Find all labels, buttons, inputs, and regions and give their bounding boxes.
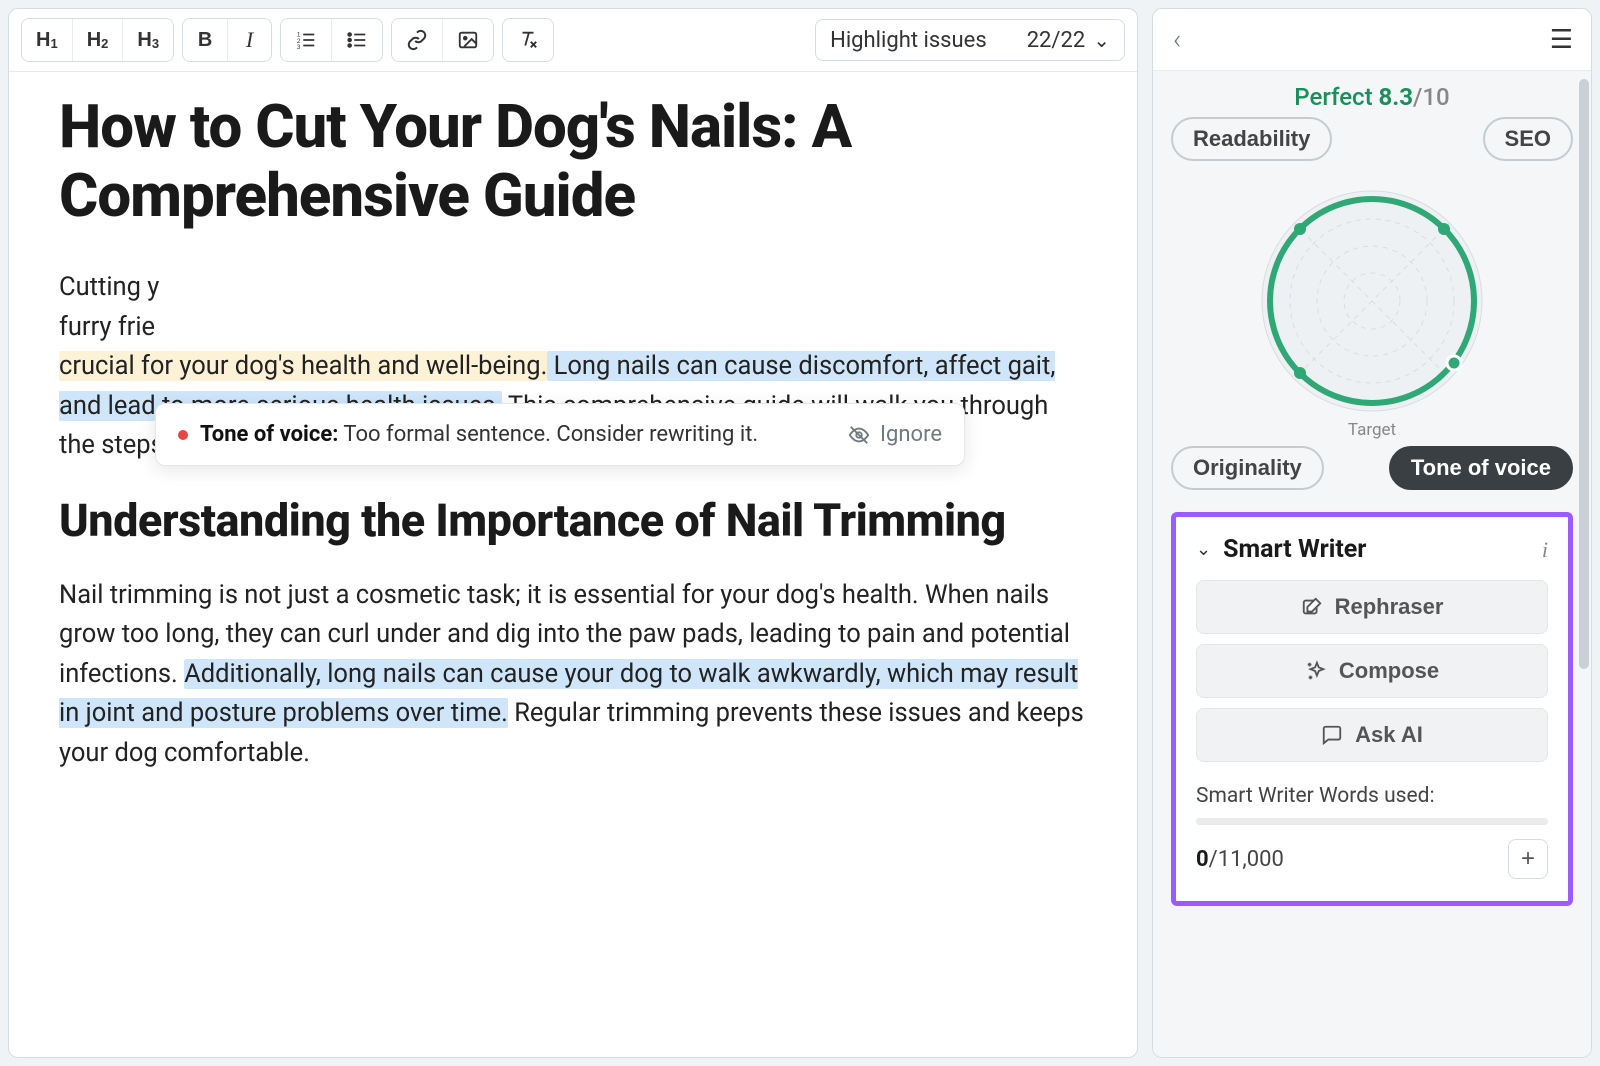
link-icon: [406, 29, 428, 51]
ordered-list-button[interactable]: 123: [281, 19, 331, 61]
radar-svg: [1232, 171, 1512, 431]
usage-count: 0/11,000: [1196, 847, 1284, 872]
link-button[interactable]: [392, 19, 442, 61]
editor-pane: H1 H2 H3 B I 123: [8, 8, 1138, 1058]
chevron-down-icon: ⌄: [1093, 28, 1110, 52]
usage-progress-bar: [1196, 818, 1548, 825]
smart-writer-header[interactable]: ⌄ Smart Writer i: [1196, 535, 1548, 564]
compose-button[interactable]: Compose: [1196, 644, 1548, 698]
toolbar: H1 H2 H3 B I 123: [9, 9, 1137, 72]
ordered-list-icon: 123: [295, 29, 317, 51]
ask-ai-button[interactable]: Ask AI: [1196, 708, 1548, 762]
sparkle-icon: [1305, 660, 1327, 682]
bold-button[interactable]: B: [183, 19, 227, 61]
radar-chart: [1171, 171, 1573, 431]
info-icon[interactable]: i: [1542, 537, 1548, 563]
svg-text:3: 3: [297, 44, 301, 51]
highlight-yellow: crucial for your dog's health and well-b…: [59, 351, 547, 381]
unordered-list-icon: [346, 29, 368, 51]
smart-writer-title: Smart Writer: [1223, 535, 1366, 564]
h1-button[interactable]: H1: [22, 19, 72, 61]
paragraph-2: Nail trimming is not just a cosmetic tas…: [59, 576, 1087, 774]
article-h2: Understanding the Importance of Nail Tri…: [59, 494, 1087, 548]
issue-message: Tone of voice: Too formal sentence. Cons…: [200, 422, 758, 447]
clear-formatting-button[interactable]: [503, 19, 553, 61]
add-words-button[interactable]: +: [1508, 839, 1548, 879]
back-button[interactable]: ‹: [1173, 23, 1181, 56]
scrollbar[interactable]: [1579, 79, 1589, 669]
sidebar-body: Perfect 8.3/10 Readability SEO Target: [1153, 71, 1591, 1057]
menu-button[interactable]: ☰: [1550, 25, 1571, 55]
eye-off-icon: [848, 424, 870, 446]
issue-tooltip: Tone of voice: Too formal sentence. Cons…: [155, 403, 965, 466]
rephraser-button[interactable]: Rephraser: [1196, 580, 1548, 634]
highlight-label: Highlight issues: [830, 28, 987, 53]
chat-icon: [1321, 724, 1343, 746]
smart-writer-panel: ⌄ Smart Writer i Rephraser Compose Ask A…: [1171, 512, 1573, 906]
sidebar: ‹ ☰ Perfect 8.3/10 Readability SEO: [1152, 8, 1592, 1058]
article-title: How to Cut Your Dog's Nails: A Comprehen…: [59, 92, 1087, 230]
highlight-count: 22/22 ⌄: [1027, 28, 1110, 53]
image-icon: [457, 29, 479, 51]
highlight-issues-selector[interactable]: Highlight issues 22/22 ⌄: [815, 19, 1125, 61]
italic-button[interactable]: I: [227, 19, 271, 61]
sidebar-header: ‹ ☰: [1153, 9, 1591, 71]
unordered-list-button[interactable]: [331, 19, 382, 61]
image-button[interactable]: [442, 19, 493, 61]
tone-of-voice-pill[interactable]: Tone of voice: [1389, 446, 1573, 490]
h3-button[interactable]: H3: [122, 19, 173, 61]
edit-icon: [1301, 596, 1323, 618]
h2-button[interactable]: H2: [72, 19, 123, 61]
chevron-down-icon: ⌄: [1196, 539, 1211, 560]
originality-pill[interactable]: Originality: [1171, 446, 1324, 490]
seo-pill[interactable]: SEO: [1483, 117, 1573, 161]
issue-dot-icon: [178, 430, 188, 440]
clear-format-icon: [517, 29, 539, 51]
score-label: Perfect 8.3/10: [1171, 83, 1573, 111]
usage-label: Smart Writer Words used:: [1196, 784, 1548, 808]
readability-pill[interactable]: Readability: [1171, 117, 1332, 161]
ignore-button[interactable]: Ignore: [848, 422, 942, 447]
